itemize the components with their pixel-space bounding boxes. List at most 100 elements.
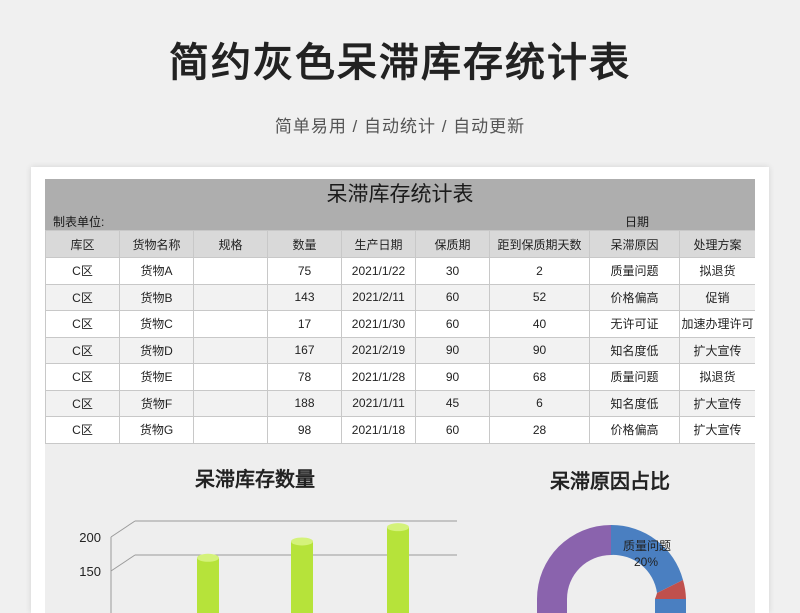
table-cell: 188 <box>267 389 342 417</box>
grid-depth-200 <box>110 520 136 538</box>
table-cell: 68 <box>489 363 590 391</box>
column-header: 货物名称 <box>119 230 194 258</box>
table-cell <box>193 257 268 285</box>
table-cell: 加速办理许可 <box>679 310 755 338</box>
donut-slice-purple-lower <box>537 599 567 613</box>
table-cell: 2021/1/30 <box>341 310 416 338</box>
bar-cylinder <box>291 537 313 613</box>
grid-depth-150 <box>110 554 136 572</box>
bar-top <box>197 553 219 562</box>
table-cell <box>193 389 268 417</box>
bar-body <box>197 557 219 613</box>
table-cell: C区 <box>45 389 120 417</box>
donut-label-name: 质量问题 <box>623 539 671 553</box>
page-subtitle: 简单易用 / 自动统计 / 自动更新 <box>274 117 526 136</box>
table-row: C区 货物E 78 2021/1/28 90 68 质量问题 拟退货 <box>45 363 755 391</box>
table-cell: 促销 <box>679 283 755 311</box>
table-cell: 2021/1/18 <box>341 416 416 444</box>
page-title: 简约灰色呆滞库存统计表 <box>169 41 631 85</box>
column-header: 规格 <box>193 230 268 258</box>
donut-slice-blue-lower <box>655 599 686 613</box>
column-header: 处理方案 <box>679 230 755 258</box>
table-cell: 60 <box>415 283 490 311</box>
inventory-table: 库区 货物名称 规格 数量 生产日期 保质期 距到保质期天数 呆滞原因 处理方案 C区 货物A 75… <box>45 230 755 444</box>
table-cell: 货物F <box>119 389 194 417</box>
bar-cylinder <box>387 523 409 613</box>
table-cell: 98 <box>267 416 342 444</box>
bar-top <box>291 537 313 546</box>
table-cell: 知名度低 <box>589 389 680 417</box>
table-row: C区 货物F 188 2021/1/11 45 6 知名度低 扩大宣传 <box>45 389 755 417</box>
table-cell: 货物G <box>119 416 194 444</box>
column-header: 数量 <box>267 230 342 258</box>
bar-top <box>387 523 409 532</box>
table-cell: 75 <box>267 257 342 285</box>
spreadsheet: 呆滞库存统计表 制表单位: 日期 库区 货物名称 规格 数量 生产日期 保质期 距到保质期天… <box>45 179 755 613</box>
table-cell: 扩大宣传 <box>679 336 755 364</box>
table-row: C区 货物A 75 2021/1/22 30 2 质量问题 拟退货 <box>45 257 755 285</box>
preview-card: 呆滞库存统计表 制表单位: 日期 库区 货物名称 规格 数量 生产日期 保质期 距到保质期天… <box>31 167 769 613</box>
column-header: 库区 <box>45 230 120 258</box>
table-cell: 78 <box>267 363 342 391</box>
table-cell <box>193 363 268 391</box>
donut-slice-purple <box>537 525 611 599</box>
table-cell: 60 <box>415 416 490 444</box>
table-cell: 90 <box>415 363 490 391</box>
meta-row: 制表单位: 日期 <box>45 210 755 230</box>
table-cell: 2 <box>489 257 590 285</box>
table-cell: 2021/2/19 <box>341 336 416 364</box>
table-row: C区 货物B 143 2021/2/11 60 52 价格偏高 促销 <box>45 283 755 311</box>
table-cell: 143 <box>267 283 342 311</box>
donut-chart: 质量问题 20% <box>537 524 686 613</box>
column-header: 距到保质期天数 <box>489 230 590 258</box>
table-cell: 扩大宣传 <box>679 416 755 444</box>
table-cell: 货物C <box>119 310 194 338</box>
table-cell: 2021/1/22 <box>341 257 416 285</box>
table-cell: 货物B <box>119 283 194 311</box>
table-cell <box>193 416 268 444</box>
date-label: 日期 <box>625 215 650 229</box>
donut-label-pct: 20% <box>634 555 658 569</box>
table-cell: 17 <box>267 310 342 338</box>
table-cell <box>193 336 268 364</box>
table-header-row: 库区 货物名称 规格 数量 生产日期 保质期 距到保质期天数 呆滞原因 处理方案 <box>45 230 755 258</box>
table-cell: 扩大宣传 <box>679 389 755 417</box>
table-cell: 2021/1/11 <box>341 389 416 417</box>
table-cell: 40 <box>489 310 590 338</box>
table-cell: 90 <box>415 336 490 364</box>
table-cell <box>193 283 268 311</box>
tick-label-150: 150 <box>79 564 101 579</box>
table-cell: C区 <box>45 283 120 311</box>
table-cell: 货物A <box>119 257 194 285</box>
table-cell: 90 <box>489 336 590 364</box>
table-cell: 52 <box>489 283 590 311</box>
bar-body <box>387 527 409 613</box>
table-cell: C区 <box>45 336 120 364</box>
table-cell: 60 <box>415 310 490 338</box>
table-cell: 货物D <box>119 336 194 364</box>
table-cell: 2021/2/11 <box>341 283 416 311</box>
table-cell: C区 <box>45 310 120 338</box>
table-cell <box>193 310 268 338</box>
table-cell: 知名度低 <box>589 336 680 364</box>
table-cell: 30 <box>415 257 490 285</box>
table-cell: C区 <box>45 257 120 285</box>
table-row: C区 货物C 17 2021/1/30 60 40 无许可证 加速办理许可 <box>45 310 755 338</box>
unit-label: 制表单位: <box>53 215 105 229</box>
table-cell: 拟退货 <box>679 257 755 285</box>
table-cell: 价格偏高 <box>589 283 680 311</box>
table-cell: 2021/1/28 <box>341 363 416 391</box>
table-cell: C区 <box>45 363 120 391</box>
table-cell: 无许可证 <box>589 310 680 338</box>
column-header: 呆滞原因 <box>589 230 680 258</box>
charts-area: 呆滞库存数量 呆滞原因占比 200 150 质量问题 20% <box>45 445 755 613</box>
column-header: 生产日期 <box>341 230 416 258</box>
table-cell: 价格偏高 <box>589 416 680 444</box>
table-cell: 质量问题 <box>589 257 680 285</box>
bar-cylinder <box>197 553 219 613</box>
table-cell: 6 <box>489 389 590 417</box>
table-cell: 45 <box>415 389 490 417</box>
sheet-title: 呆滞库存统计表 <box>45 179 755 210</box>
table-row: C区 货物G 98 2021/1/18 60 28 价格偏高 扩大宣传 <box>45 416 755 444</box>
table-row: C区 货物D 167 2021/2/19 90 90 知名度低 扩大宣传 <box>45 336 755 364</box>
